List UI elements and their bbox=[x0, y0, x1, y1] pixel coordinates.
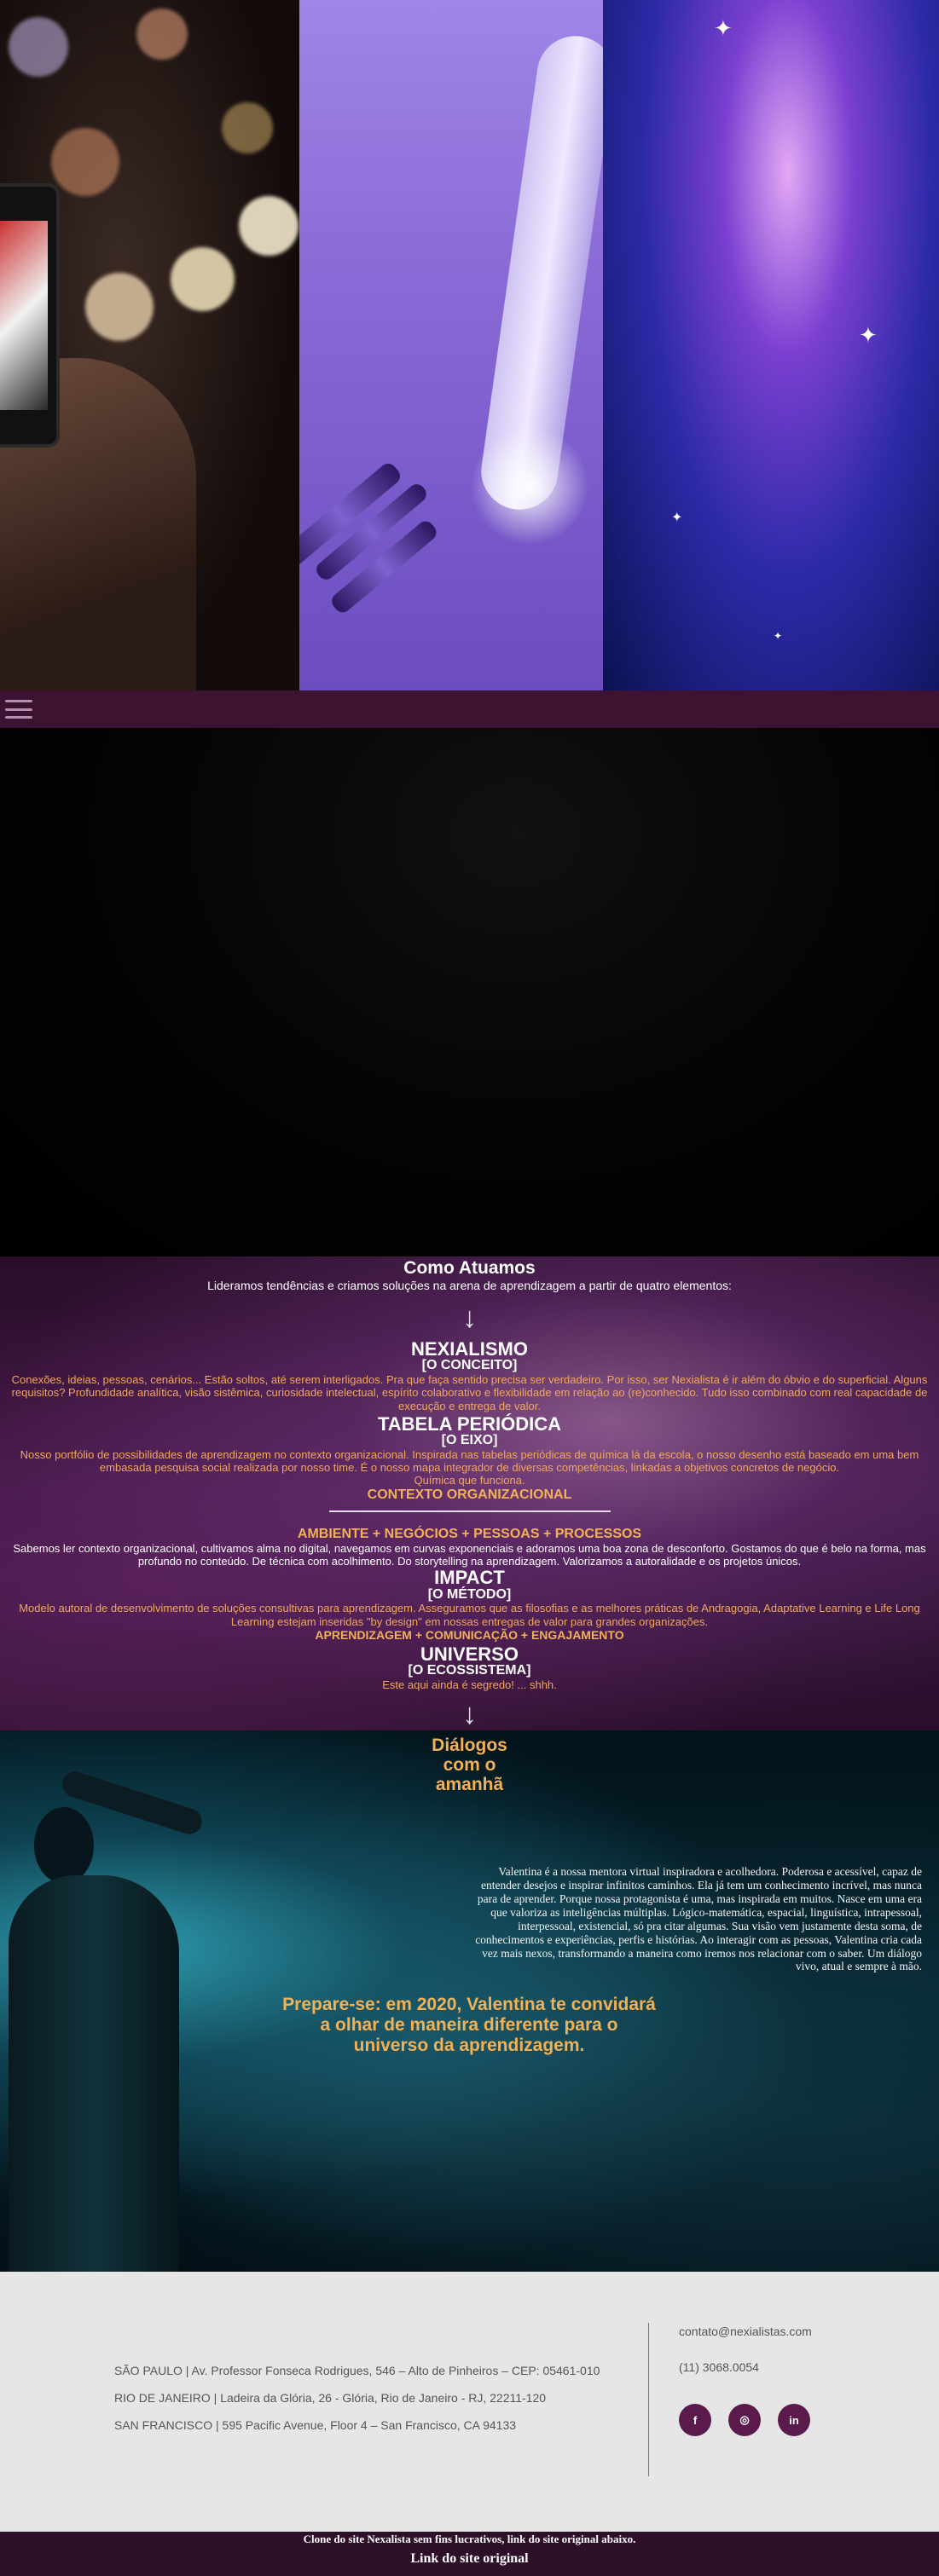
hero-collage: ✦ ✦ ✦ ✦ bbox=[0, 0, 939, 690]
hero-image-human-robot-hands bbox=[299, 0, 603, 690]
dialogos-title: Diálogos com o amanhã bbox=[0, 1736, 939, 1794]
block-link-quimica[interactable]: Química que funciona. bbox=[0, 1474, 939, 1487]
block-title: UNIVERSO bbox=[420, 1643, 519, 1665]
block-text: Conexões, ideias, pessoas, cenários... E… bbox=[11, 1372, 928, 1412]
block-tabela-periodica: TABELA PERIÓDICA [O EIXO] Nosso portfóli… bbox=[0, 1414, 939, 1512]
contact-phone[interactable]: (11) 3068.0054 bbox=[679, 2359, 812, 2376]
block-heading: APRENDIZAGEM + COMUNICAÇÃO + ENGAJAMENTO bbox=[315, 1627, 624, 1642]
video-placeholder[interactable] bbox=[0, 728, 939, 1256]
address-san-francisco: SAN FRANCISCO | 595 Pacific Avenue, Floo… bbox=[114, 2418, 517, 2432]
contact-info: contato@nexialistas.com (11) 3068.0054 bbox=[679, 2323, 812, 2376]
cta-line: Prepare-se: em 2020, Valentina te convid… bbox=[282, 1995, 656, 2014]
arrow-down-icon[interactable]: ↓ bbox=[0, 1303, 939, 1332]
section-lead: Lideramos tendências e criamos soluções … bbox=[207, 1279, 732, 1293]
block-ambiente: AMBIENTE + NEGÓCIOS + PESSOAS + PROCESSO… bbox=[0, 1526, 939, 1568]
block-title: IMPACT bbox=[434, 1567, 505, 1589]
linkedin-icon[interactable]: in bbox=[778, 2404, 810, 2436]
cta-line: universo da aprendizagem. bbox=[353, 2036, 585, 2056]
block-title: TABELA PERIÓDICA bbox=[377, 1412, 562, 1435]
hamburger-menu-icon[interactable] bbox=[5, 697, 32, 721]
block-text: Nosso portfólio de possibilidades de apr… bbox=[20, 1447, 919, 1475]
block-heading: AMBIENTE + NEGÓCIOS + PESSOAS + PROCESSO… bbox=[297, 1526, 642, 1541]
block-title: NEXIALISMO bbox=[411, 1337, 528, 1360]
valentina-silhouette-image bbox=[0, 1768, 222, 2272]
block-text: Sabemos ler contexto organizacional, cul… bbox=[13, 1541, 926, 1568]
clone-notice: Clone do site Nexalista sem fins lucrati… bbox=[303, 2533, 636, 2545]
hero-image-galaxy: ✦ ✦ ✦ ✦ bbox=[603, 0, 939, 690]
address-list: SÃO PAULO | Av. Professor Fonseca Rodrig… bbox=[114, 2357, 600, 2439]
section-title: Como Atuamos bbox=[403, 1258, 536, 1278]
dialogos-section: Diálogos com o amanhã Valentina é a noss… bbox=[0, 1730, 939, 2272]
block-text: Este aqui ainda é segredo! ... shhh. bbox=[382, 1678, 557, 1691]
top-menu-bar bbox=[0, 690, 939, 728]
block-subtitle: [O MÉTODO] bbox=[427, 1586, 512, 1602]
title-line: com o bbox=[443, 1755, 496, 1776]
block-subtitle: [O ECOSSISTEMA] bbox=[408, 1662, 531, 1678]
footer-divider bbox=[648, 2323, 649, 2476]
clone-notice-strip: Clone do site Nexalista sem fins lucrati… bbox=[0, 2532, 939, 2576]
original-site-link[interactable]: Link do site original bbox=[0, 2551, 939, 2567]
facebook-icon[interactable]: f bbox=[679, 2404, 711, 2436]
block-heading: CONTEXTO ORGANIZACIONAL bbox=[367, 1487, 572, 1503]
social-links: f ◎ in bbox=[679, 2404, 810, 2436]
block-nexialismo: NEXIALISMO [O CONCEITO] Conexões, ideias… bbox=[0, 1339, 939, 1412]
como-atuamos-section: Como Atuamos Lideramos tendências e cria… bbox=[0, 1256, 939, 1730]
block-subtitle: [O CONCEITO] bbox=[421, 1358, 518, 1373]
dialogos-cta: Prepare-se: em 2020, Valentina te convid… bbox=[256, 1995, 682, 2056]
hero-image-smartphone-city bbox=[0, 0, 299, 690]
divider bbox=[328, 1510, 611, 1512]
block-text: Modelo autoral de desenvolvimento de sol… bbox=[19, 1602, 920, 1628]
block-impact: IMPACT [O MÉTODO] Modelo autoral de dese… bbox=[0, 1568, 939, 1642]
block-universo: UNIVERSO [O ECOSSISTEMA] Este aqui ainda… bbox=[0, 1644, 939, 1691]
valentina-description: Valentina é a nossa mentora virtual insp… bbox=[475, 1865, 922, 1973]
address-sao-paulo: SÃO PAULO | Av. Professor Fonseca Rodrig… bbox=[114, 2364, 600, 2377]
block-subtitle: [O EIXO] bbox=[441, 1432, 498, 1447]
address-rio-de-janeiro: RIO DE JANEIRO | Ladeira da Glória, 26 -… bbox=[114, 2391, 547, 2405]
instagram-icon[interactable]: ◎ bbox=[728, 2404, 761, 2436]
title-line: amanhã bbox=[435, 1775, 504, 1795]
title-line: Diálogos bbox=[432, 1736, 507, 1755]
contact-email[interactable]: contato@nexialistas.com bbox=[679, 2323, 812, 2340]
footer: SÃO PAULO | Av. Professor Fonseca Rodrig… bbox=[0, 2272, 939, 2532]
arrow-down-icon[interactable]: ↓ bbox=[0, 1700, 939, 1729]
cta-line: a olhar de maneira diferente para o bbox=[320, 2015, 618, 2036]
